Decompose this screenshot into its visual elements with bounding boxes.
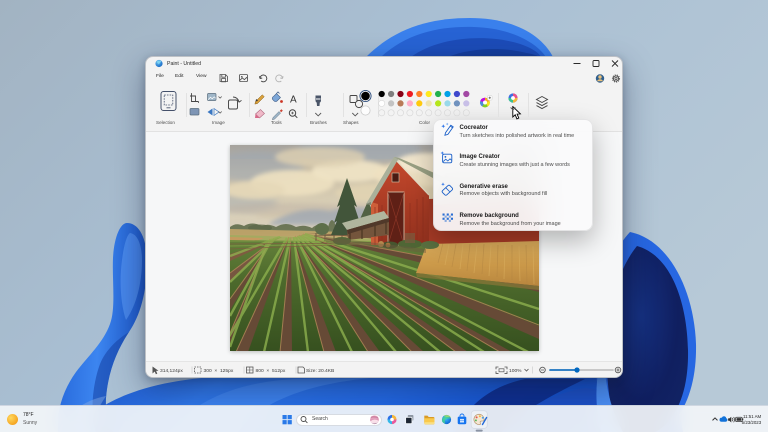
- svg-text:A: A: [290, 95, 297, 106]
